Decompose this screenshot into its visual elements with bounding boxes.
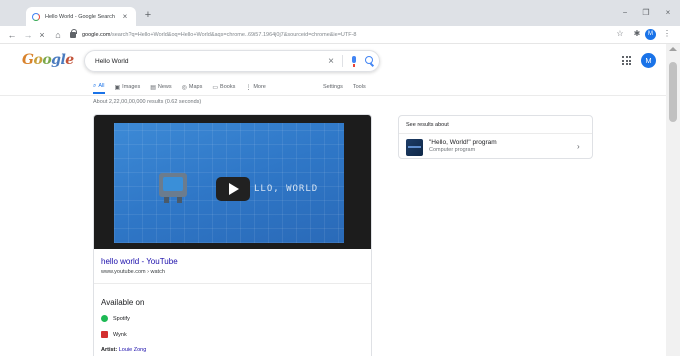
back-arrow-icon[interactable]: ← — [6, 28, 18, 42]
browser-menu-icon[interactable]: ⋮ — [661, 29, 673, 38]
more-dots-icon: ⋮ — [245, 84, 252, 91]
see-results-heading: See results about — [406, 122, 449, 128]
minimize-button[interactable]: − — [617, 8, 633, 17]
newspaper-icon: ▤ — [150, 84, 156, 91]
tab-more[interactable]: ⋮ More — [245, 80, 266, 94]
tab-images[interactable]: ▣ Images — [115, 80, 141, 94]
stop-loading-icon[interactable]: × — [36, 28, 48, 42]
tabs-divider — [0, 95, 666, 96]
close-window-button[interactable]: × — [660, 8, 676, 17]
card-divider — [94, 283, 371, 284]
search-tabs: ⌕ All ▣ Images ▤ News ◎ Maps ▭ Books ⋮ More — [93, 80, 266, 94]
entity-type: Computer program — [429, 147, 476, 153]
video-player[interactable]: LLO, WORLD — [94, 115, 371, 249]
tab-news[interactable]: ▤ News — [150, 80, 171, 94]
book-icon: ▭ — [212, 84, 219, 91]
panel-divider — [399, 133, 592, 134]
search-input[interactable]: Hello World × — [84, 50, 380, 72]
provider-spotify[interactable]: Spotify — [101, 315, 130, 322]
video-title-link[interactable]: hello world - YouTube — [101, 257, 178, 266]
clear-search-icon[interactable]: × — [324, 56, 338, 67]
artist-link[interactable]: Louie Zong — [119, 347, 147, 353]
artist-line: Artist: Louie Zong — [101, 347, 147, 353]
entity-thumbnail[interactable] — [406, 139, 423, 156]
browser-tab[interactable]: Hello World - Google Search × — [26, 7, 136, 26]
google-favicon-icon — [32, 12, 40, 21]
browser-tab-strip: Hello World - Google Search × + − ❐ × — [0, 0, 680, 26]
account-avatar[interactable]: M — [641, 53, 656, 68]
extensions-icon[interactable]: ✱ — [631, 29, 643, 38]
search-icon: ⌕ — [93, 82, 97, 89]
chevron-right-icon[interactable]: › — [577, 142, 580, 151]
video-overlay-text: LLO, WORLD — [254, 184, 319, 194]
address-bar[interactable]: google.com/search?q=Hello+World&oq=Hello… — [70, 28, 608, 42]
search-divider — [342, 55, 343, 67]
map-pin-icon: ◎ — [181, 84, 187, 91]
page-scrollbar[interactable] — [666, 44, 680, 356]
settings-link[interactable]: Settings — [323, 84, 343, 90]
new-tab-button[interactable]: + — [141, 8, 155, 22]
available-on-heading: Available on — [101, 298, 145, 307]
tools-link[interactable]: Tools — [353, 84, 366, 90]
browser-toolbar: ← → × ⌂ google.com/search?q=Hello+World&… — [0, 26, 680, 44]
search-options: Settings Tools — [323, 80, 366, 94]
maximize-button[interactable]: ❐ — [638, 8, 654, 17]
forward-arrow-icon[interactable]: → — [22, 28, 34, 42]
search-icon[interactable] — [361, 54, 379, 68]
see-results-panel: See results about "Hello, World!" progra… — [398, 115, 593, 159]
tab-all[interactable]: ⌕ All — [93, 80, 105, 94]
address-url: google.com/search?q=Hello+World&oq=Hello… — [82, 32, 357, 38]
provider-wynk[interactable]: Wynk — [101, 331, 127, 338]
spotify-icon — [101, 315, 108, 322]
tab-maps[interactable]: ◎ Maps — [182, 80, 203, 94]
search-query[interactable]: Hello World — [95, 58, 324, 65]
tab-title: Hello World - Google Search — [45, 13, 115, 20]
image-icon: ▣ — [114, 84, 121, 91]
wynk-icon — [101, 331, 108, 338]
result-stats: About 2,22,00,00,000 results (0.62 secon… — [93, 99, 202, 105]
tab-close-icon[interactable]: × — [120, 12, 130, 21]
microphone-icon[interactable] — [347, 54, 361, 68]
video-url: www.youtube.com › watch — [101, 269, 165, 275]
home-icon[interactable]: ⌂ — [52, 28, 64, 42]
bookmark-star-icon[interactable]: ☆ — [614, 29, 626, 38]
robot-character-icon — [159, 173, 187, 203]
play-icon[interactable] — [216, 177, 250, 201]
scroll-up-arrow-icon[interactable] — [669, 47, 677, 51]
google-logo[interactable]: Google — [22, 52, 74, 68]
tab-books[interactable]: ▭ Books — [212, 80, 235, 94]
profile-avatar[interactable]: M — [645, 29, 656, 40]
scroll-thumb[interactable] — [669, 62, 677, 122]
lock-icon[interactable] — [70, 29, 77, 38]
video-thumbnail[interactable]: LLO, WORLD — [114, 123, 344, 243]
video-result-card: LLO, WORLD hello world - YouTube www.you… — [93, 114, 372, 356]
entity-name-link[interactable]: "Hello, World!" program — [429, 139, 497, 146]
google-apps-icon[interactable] — [622, 56, 631, 65]
